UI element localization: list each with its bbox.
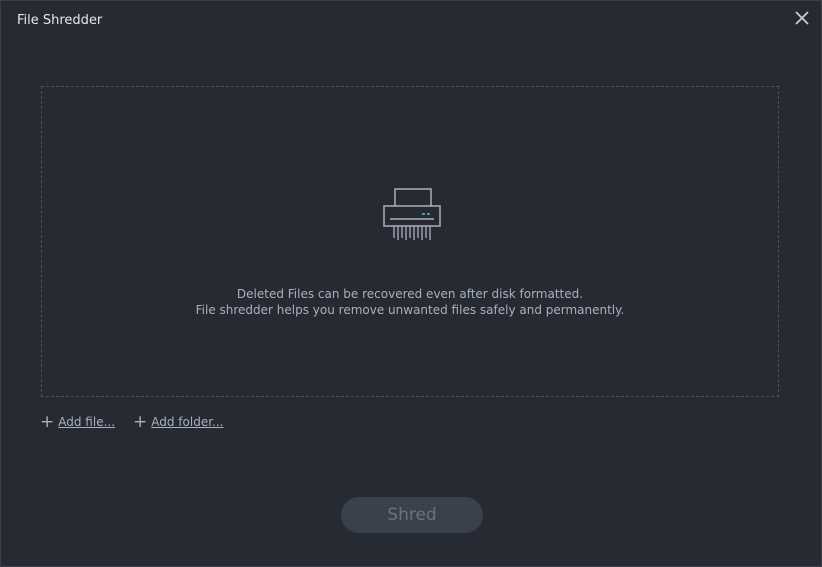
- file-shredder-window: File Shredder Deleted Files can be recov…: [0, 0, 822, 567]
- file-drop-zone[interactable]: Deleted Files can be recovered even afte…: [41, 86, 779, 397]
- drop-zone-hint-line-2: File shredder helps you remove unwanted …: [195, 303, 625, 317]
- add-folder-link[interactable]: + Add folder...: [133, 412, 224, 432]
- drop-zone-hint-line-1: Deleted Files can be recovered even afte…: [236, 287, 584, 301]
- add-folder-label: Add folder...: [151, 415, 224, 429]
- shredder-icon: [383, 188, 441, 240]
- close-button[interactable]: [793, 9, 811, 27]
- shred-button[interactable]: Shred: [341, 497, 483, 533]
- plus-icon: +: [40, 412, 55, 432]
- close-icon: [795, 11, 809, 25]
- window-title: File Shredder: [17, 13, 103, 28]
- add-file-label: Add file...: [58, 415, 116, 429]
- plus-icon: +: [133, 412, 148, 432]
- add-file-link[interactable]: + Add file...: [40, 412, 116, 432]
